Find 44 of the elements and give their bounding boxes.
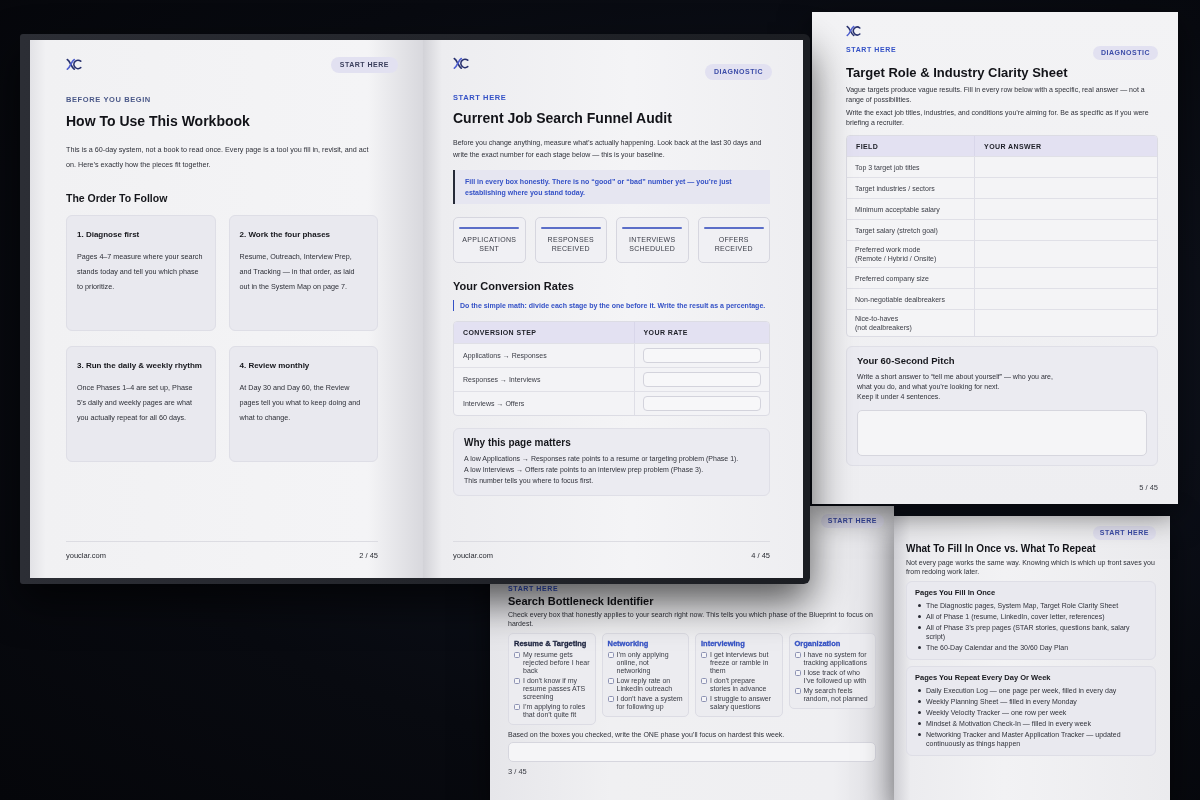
logo-icon <box>846 25 861 37</box>
rate-input-field[interactable] <box>642 347 761 363</box>
step-title: 3. Run the daily & weekly rhythm <box>77 361 202 371</box>
logo-icon <box>453 57 469 70</box>
rate-input-field[interactable] <box>642 371 761 387</box>
fill-in-line[interactable] <box>540 227 601 230</box>
checkbox[interactable] <box>701 696 707 703</box>
bullet-icon <box>918 700 921 704</box>
section-heading: Your Conversion Rates <box>453 280 574 294</box>
card-heading: Your 60-Second Pitch <box>857 355 955 367</box>
rate-input-field[interactable] <box>642 395 761 411</box>
bullet-icon <box>918 689 921 693</box>
page-title: What To Fill In Once vs. What To Repeat <box>906 542 1096 555</box>
bullet-icon <box>918 646 921 650</box>
section-heading: The Order To Follow <box>66 192 168 206</box>
bullet-icon <box>918 615 921 619</box>
bullet-icon <box>918 722 921 726</box>
checkbox[interactable] <box>607 652 614 659</box>
step-title: 4. Review monthly <box>239 361 310 371</box>
logo-icon <box>66 58 82 72</box>
step-title: 1. Diagnose first <box>77 230 140 240</box>
checkbox[interactable] <box>701 678 707 685</box>
card-heading: Why this page matters <box>464 436 571 449</box>
checkbox[interactable] <box>701 652 707 659</box>
bullet-icon <box>918 733 921 737</box>
step-title: 2. Work the four phases <box>239 230 331 240</box>
bullet-icon <box>918 604 921 608</box>
checkbox[interactable] <box>514 704 520 711</box>
checkbox[interactable] <box>794 670 801 677</box>
fill-in-line[interactable] <box>459 227 520 230</box>
bullet-icon <box>918 711 921 715</box>
checkbox[interactable] <box>794 688 801 695</box>
fill-in-line[interactable] <box>703 227 764 230</box>
fill-in-line[interactable] <box>622 227 683 230</box>
page-title: Current Job Search Funnel Audit <box>453 109 672 127</box>
checkbox[interactable] <box>514 678 520 685</box>
checkbox[interactable] <box>607 696 614 703</box>
page-title: How To Use This Workbook <box>66 112 250 130</box>
page-title: Target Role & Industry Clarity Sheet <box>846 64 1068 81</box>
checkbox[interactable] <box>794 652 801 659</box>
bullet-icon <box>918 626 921 630</box>
checkbox[interactable] <box>514 652 520 659</box>
page-title: Search Bottleneck Identifier <box>508 595 654 609</box>
checkbox[interactable] <box>607 678 614 685</box>
